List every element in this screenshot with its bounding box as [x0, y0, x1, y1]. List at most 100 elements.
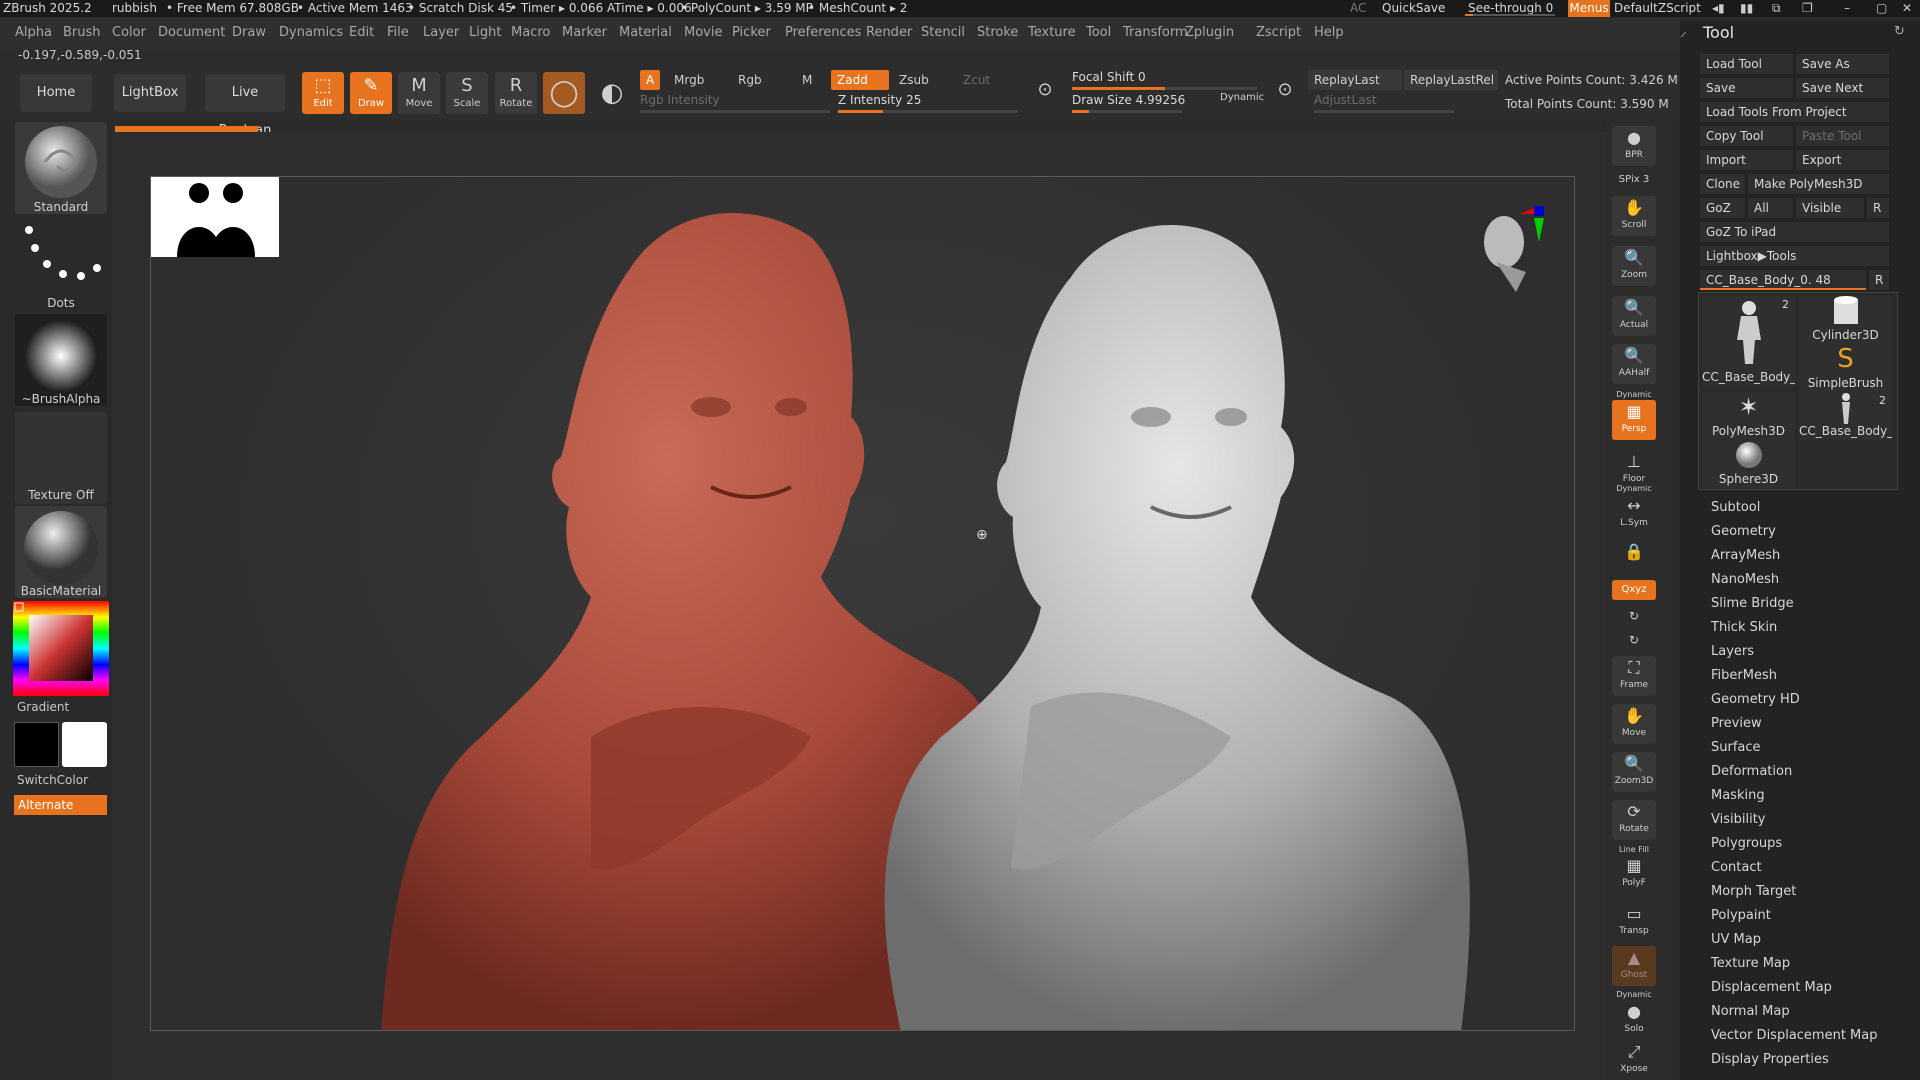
menu-item[interactable]: Edit — [349, 25, 374, 40]
menu-item[interactable]: Texture — [1028, 25, 1076, 40]
xpose-button[interactable]: ⤢ Xpose — [1612, 1040, 1656, 1080]
dynamic-toggle[interactable]: Dynamic — [1220, 92, 1264, 103]
material-sphere-button[interactable]: ◯ — [543, 72, 585, 114]
menu-item[interactable]: Stroke — [977, 25, 1018, 40]
tool-subpalette-item[interactable]: UV Map — [1711, 932, 1761, 947]
actual-button[interactable]: 🔍 Actual — [1612, 296, 1656, 336]
replay-last-button[interactable]: ReplayLast — [1308, 70, 1402, 90]
home-page-button[interactable]: Home Page — [20, 74, 92, 138]
goz-r-button[interactable]: R — [1867, 198, 1889, 218]
zoom3d-button[interactable]: 🔍 Zoom3D — [1612, 752, 1656, 792]
tool-thumb-cc-base-body-2[interactable]: 2 CC_Base_Body_0 — [1799, 392, 1892, 440]
d-dial-button[interactable]: ⊙ — [1268, 76, 1302, 112]
lsym-button[interactable]: ↔ L.Sym — [1612, 494, 1656, 534]
rotate-view-button[interactable]: ⟳ Rotate — [1612, 800, 1656, 840]
default-script[interactable]: DefaultZScript — [1614, 1, 1701, 15]
export-button[interactable]: Export — [1796, 150, 1889, 170]
tool-subpalette-item[interactable]: NanoMesh — [1711, 572, 1779, 587]
rotate-button[interactable]: R Rotate — [495, 72, 537, 114]
tool-subpalette-item[interactable]: Texture Map — [1711, 956, 1790, 971]
menu-item[interactable]: Draw — [232, 25, 266, 40]
menu-item[interactable]: Dynamics — [279, 25, 343, 40]
tool-subpalette-item[interactable]: Visibility — [1711, 812, 1765, 827]
tool-subpalette-item[interactable]: Masking — [1711, 788, 1765, 803]
zoom-button[interactable]: 🔍 Zoom — [1612, 246, 1656, 286]
switch-color-button[interactable]: SwitchColor — [17, 773, 88, 787]
rgb-toggle[interactable]: Rgb — [732, 70, 768, 90]
tool-thumb-cylinder3d[interactable]: Cylinder3D — [1799, 296, 1892, 344]
menu-item[interactable]: Color — [112, 25, 146, 40]
replay-last-rel-button[interactable]: ReplayLastRel — [1404, 70, 1498, 90]
menu-item[interactable]: Alpha — [15, 25, 52, 40]
menu-item[interactable]: Light — [469, 25, 501, 40]
menus-button[interactable]: Menus — [1568, 0, 1610, 17]
save-next-button[interactable]: Save Next — [1796, 78, 1889, 98]
goz-visible-button[interactable]: Visible — [1796, 198, 1864, 218]
minimize-icon[interactable]: – — [1844, 1, 1850, 15]
tool-subpalette-item[interactable]: Morph Target — [1711, 884, 1796, 899]
tool-subpalette-item[interactable]: Geometry — [1711, 524, 1776, 539]
goz-all-button[interactable]: All — [1748, 198, 1793, 218]
zcut-toggle[interactable]: Zcut — [957, 70, 996, 90]
tool-subpalette-item[interactable]: Geometry HD — [1711, 692, 1800, 707]
tool-subpalette-item[interactable]: Slime Bridge — [1711, 596, 1794, 611]
scale-button[interactable]: S Scale — [446, 72, 488, 114]
alternate-button[interactable]: Alternate — [14, 795, 107, 815]
tool-subpalette-item[interactable]: FiberMesh — [1711, 668, 1777, 683]
tool-thumb-polymesh3d[interactable]: ✶ PolyMesh3D — [1702, 392, 1795, 440]
menu-item[interactable]: Stencil — [921, 25, 965, 40]
ghost-button[interactable]: ▲ Ghost — [1612, 946, 1656, 986]
goz-button[interactable]: GoZ — [1700, 198, 1745, 218]
move-button[interactable]: M Move — [398, 72, 440, 114]
paste-tool-button[interactable]: Paste Tool — [1796, 126, 1889, 146]
draw-button[interactable]: ✎ Draw — [350, 72, 392, 114]
lightbox-tools-button[interactable]: Lightbox▶Tools — [1700, 246, 1889, 266]
menu-item[interactable]: Marker — [562, 25, 607, 40]
bpr-button[interactable]: ● BPR — [1612, 126, 1656, 166]
quicksave-button[interactable]: QuickSave — [1382, 1, 1445, 15]
tool-subpalette-item[interactable]: Surface — [1711, 740, 1761, 755]
zsub-toggle[interactable]: Zsub — [893, 70, 935, 90]
tool-thumb-sphere3d[interactable]: Sphere3D — [1702, 440, 1795, 488]
gradient-label[interactable]: Gradient — [17, 700, 69, 714]
lightbox-button[interactable]: LightBox — [114, 74, 186, 112]
menu-item[interactable]: Brush — [63, 25, 101, 40]
menu-item[interactable]: Picker — [732, 25, 771, 40]
tool-subpalette-item[interactable]: Polygroups — [1711, 836, 1782, 851]
frame-button[interactable]: ⛶ Frame — [1612, 656, 1656, 696]
tool-subpalette-item[interactable]: Contact — [1711, 860, 1762, 875]
scroll-button[interactable]: ✋ Scroll — [1612, 196, 1656, 236]
aahalf-button[interactable]: 🔍 AAHalf — [1612, 344, 1656, 384]
menu-item[interactable]: Help — [1314, 25, 1344, 40]
palette-icon[interactable]: ⧉ — [1772, 1, 1781, 16]
live-boolean-button[interactable]: Live Boolean — [205, 74, 285, 138]
menu-item[interactable]: Preferences — [785, 25, 861, 40]
menu-item[interactable]: Macro — [511, 25, 550, 40]
color-picker[interactable] — [13, 601, 109, 696]
xyz-button[interactable]: Qxyz — [1612, 580, 1656, 600]
rotate-y-icon[interactable]: ↻ — [1612, 606, 1656, 626]
make-polymesh3d-button[interactable]: Make PolyMesh3D — [1748, 174, 1889, 194]
tool-subpalette-item[interactable]: ArrayMesh — [1711, 548, 1780, 563]
tool-subpalette-item[interactable]: Vector Displacement Map — [1711, 1028, 1878, 1043]
persp-button[interactable]: ▦ Persp — [1612, 400, 1656, 440]
load-tools-from-project-button[interactable]: Load Tools From Project — [1700, 102, 1889, 122]
save-button[interactable]: Save — [1700, 78, 1793, 98]
zadd-toggle[interactable]: Zadd — [831, 70, 889, 90]
tool-subpalette-item[interactable]: Layers — [1711, 644, 1754, 659]
rgb-intensity-slider[interactable]: Rgb Intensity — [640, 93, 830, 113]
current-tool-slider[interactable]: CC_Base_Body_0. 48 — [1700, 270, 1866, 290]
menu-item[interactable]: Render — [866, 25, 912, 40]
restore-icon[interactable]: ❐ — [1802, 1, 1813, 15]
menu-item[interactable]: File — [387, 25, 409, 40]
menu-item[interactable]: Zscript — [1256, 25, 1301, 40]
tool-subpalette-item[interactable]: Deformation — [1711, 764, 1792, 779]
menu-item[interactable]: Zplugin — [1185, 25, 1234, 40]
a-toggle[interactable]: A — [640, 70, 661, 90]
focal-shift-slider[interactable]: Focal Shift 0 — [1072, 70, 1257, 90]
viewport-canvas[interactable]: ⊕ — [150, 176, 1575, 1031]
move-view-button[interactable]: ✋ Move — [1612, 704, 1656, 744]
draw-size-slider[interactable]: Draw Size 4.99256 — [1072, 93, 1185, 113]
maximize-icon[interactable]: ▢ — [1876, 1, 1887, 15]
edit-button[interactable]: ⬚ Edit — [302, 72, 344, 114]
